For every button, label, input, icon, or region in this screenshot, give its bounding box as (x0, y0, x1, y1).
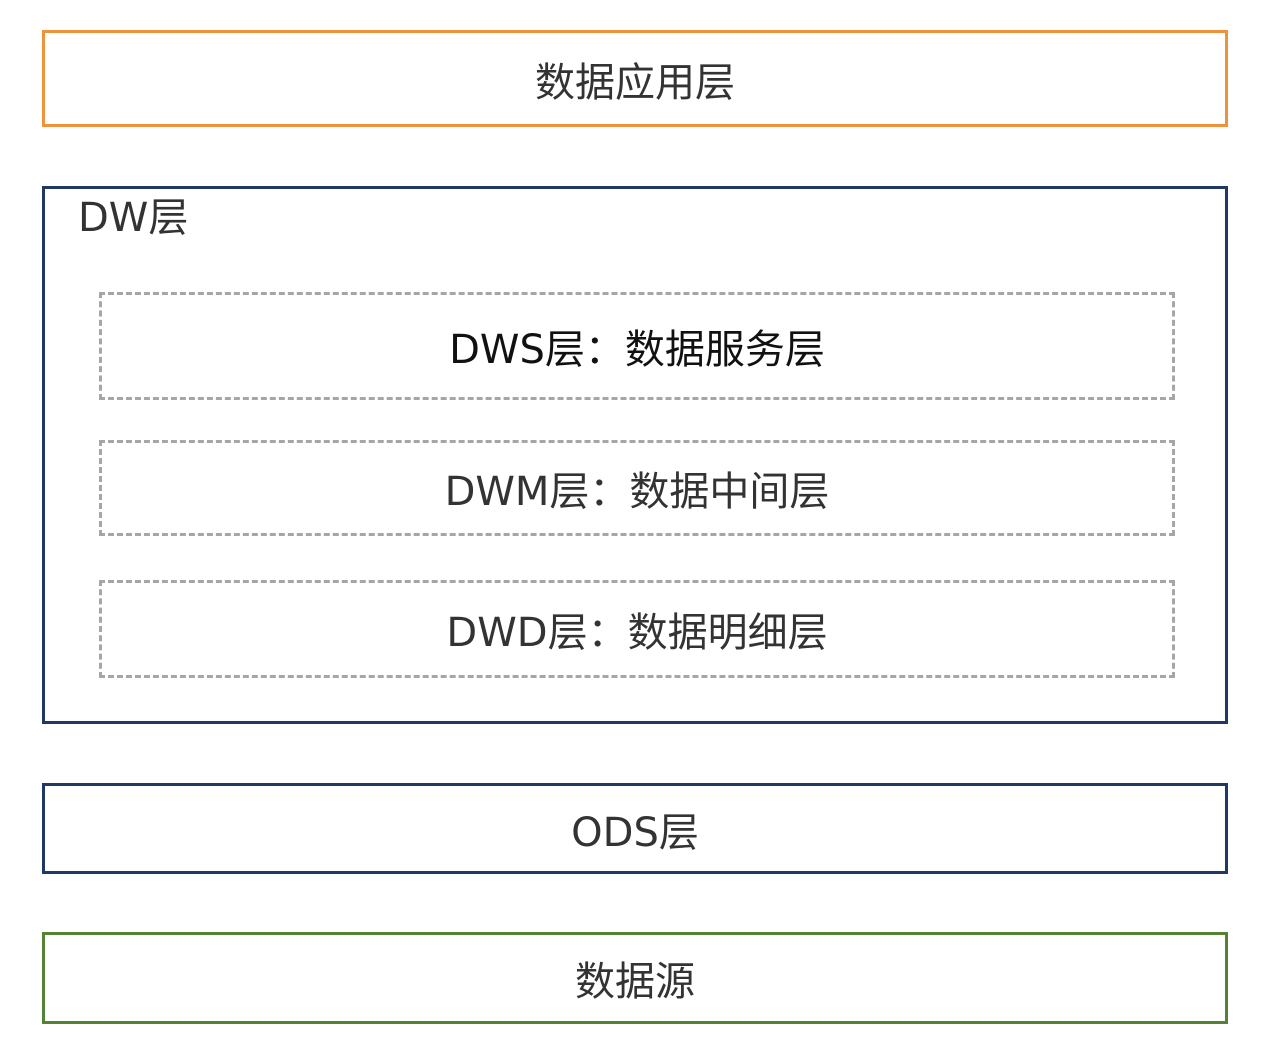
data-application-layer-label: 数据应用层 (535, 59, 735, 106)
dwd-layer-label: DWD层：数据明细层 (446, 610, 828, 656)
data-source-layer: 数据源 (42, 932, 1228, 1024)
dw-layer: DW层 DWS层：数据服务层 DWM层：数据中间层 DWD层：数据明细层 (42, 186, 1228, 724)
dws-layer: DWS层：数据服务层 (99, 292, 1175, 400)
dwd-layer: DWD层：数据明细层 (99, 580, 1175, 678)
dwm-layer-label: DWM层：数据中间层 (444, 469, 830, 515)
dwm-layer: DWM层：数据中间层 (99, 440, 1175, 536)
dw-layer-label: DW层 (78, 195, 189, 241)
ods-layer-label: ODS层 (571, 809, 699, 856)
dws-layer-label: DWS层：数据服务层 (449, 327, 825, 373)
data-application-layer: 数据应用层 (42, 30, 1228, 127)
data-source-layer-label: 数据源 (575, 959, 695, 1005)
ods-layer: ODS层 (42, 783, 1228, 874)
